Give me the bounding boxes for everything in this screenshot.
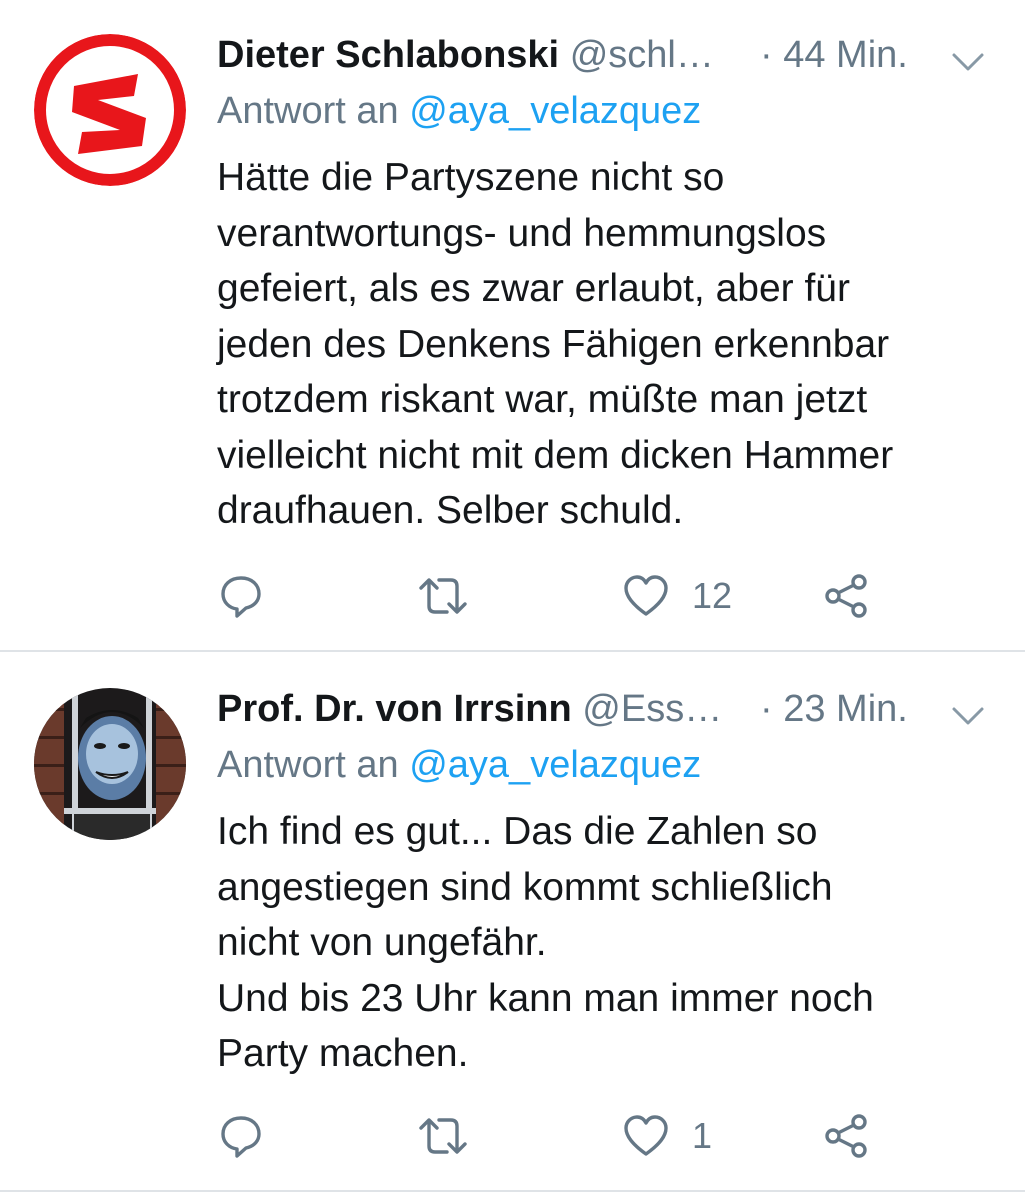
tweet[interactable]: Dieter Schlabonski @schl… · 44 Min. Antw… [0,0,1025,650]
reply-prefix: Antwort an [217,744,399,786]
tweet-divider [0,650,1025,652]
share-icon [825,1114,867,1158]
reply-mention-link[interactable]: @aya_velazquez [409,744,701,786]
retweet-icon [419,578,467,614]
retweet-icon [419,1118,467,1154]
avatar[interactable] [34,34,186,186]
tweet-header: Prof. Dr. von Irrsinn @Ess… · 23 Min. [217,684,997,734]
tweet-actions: 1 [217,1106,917,1166]
tweet-header: Dieter Schlabonski @schl… · 44 Min. [217,30,997,80]
reply-mention-link[interactable]: @aya_velazquez [409,90,701,132]
red-s-logo-icon [34,34,186,186]
share-icon [825,574,867,618]
reply-context: Antwort an @aya_velazquez [217,740,701,790]
reply-bubble-icon [221,576,261,618]
reply-context: Antwort an @aya_velazquez [217,86,701,136]
reply-bubble-icon [221,1116,261,1158]
separator-dot: · [760,34,773,76]
timestamp[interactable]: 44 Min. [783,34,908,76]
retweet-button[interactable] [415,1106,493,1166]
user-handle[interactable]: @Ess… [582,688,722,730]
reply-prefix: Antwort an [217,90,399,132]
like-button[interactable]: 12 [622,566,732,626]
display-name[interactable]: Prof. Dr. von Irrsinn [217,688,572,730]
portrait-photo-icon [34,688,186,840]
share-button[interactable] [823,566,871,626]
chevron-down-icon[interactable] [950,40,986,71]
like-button[interactable]: 1 [622,1106,712,1166]
heart-icon [624,1115,668,1156]
share-button[interactable] [823,1106,871,1166]
like-count: 1 [692,1115,713,1156]
separator-dot: · [760,688,773,730]
avatar[interactable] [34,688,186,840]
retweet-button[interactable] [415,566,493,626]
tweet-text: Hätte die Partyszene nicht so verantwort… [217,156,894,532]
timestamp[interactable]: 23 Min. [783,688,908,730]
heart-icon [624,575,668,616]
tweet-actions: 12 [217,566,917,626]
reply-button[interactable] [217,1106,287,1166]
reply-button[interactable] [217,566,287,626]
tweet-feed: Dieter Schlabonski @schl… · 44 Min. Antw… [0,0,1025,1200]
tweet-divider [0,1190,1025,1192]
chevron-down-icon[interactable] [950,694,986,725]
user-handle[interactable]: @schl… [570,34,714,76]
tweet-text: Ich find es gut... Das die Zahlen so ang… [217,810,874,1075]
display-name[interactable]: Dieter Schlabonski [217,34,559,76]
like-count: 12 [692,575,733,616]
